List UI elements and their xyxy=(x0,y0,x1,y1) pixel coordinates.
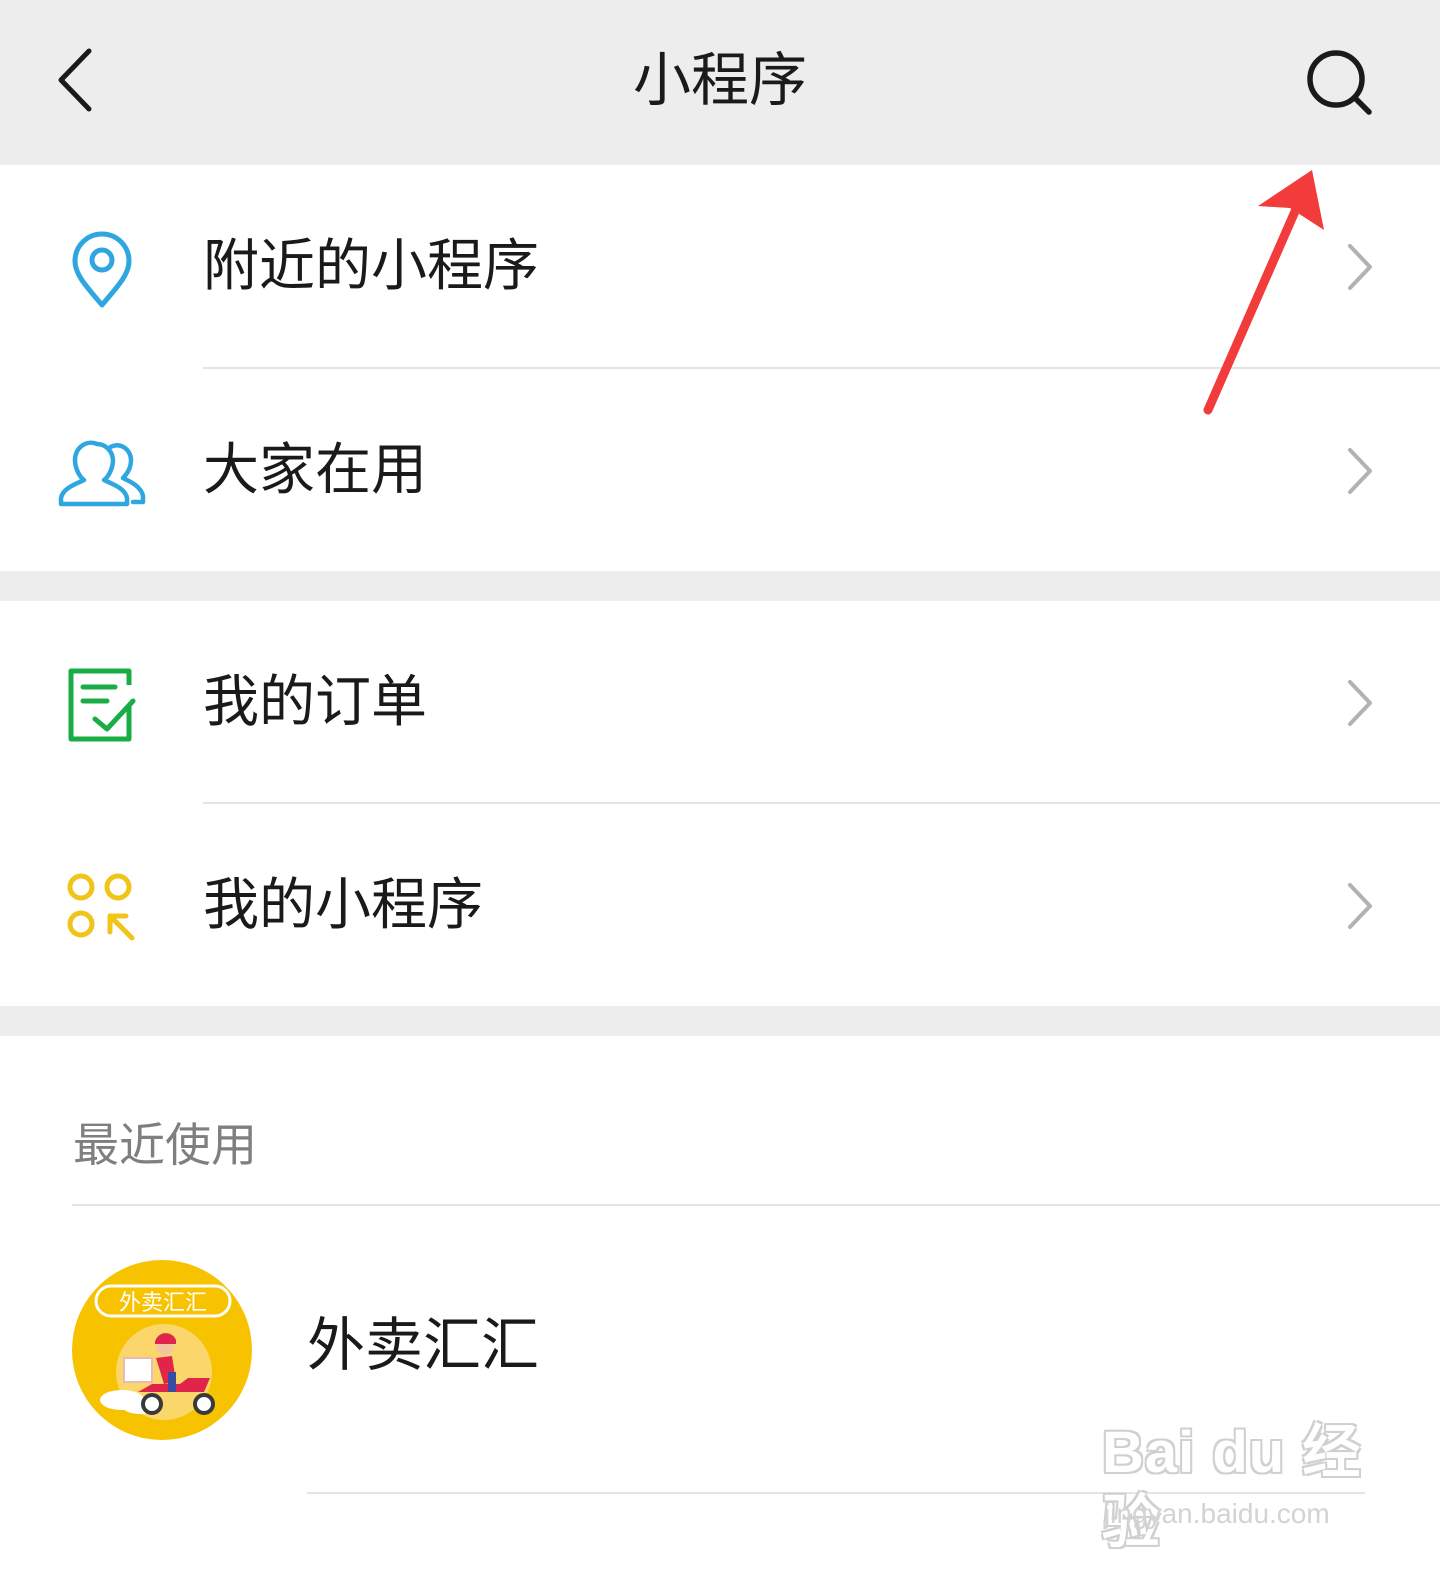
chevron-right-icon xyxy=(1335,436,1385,506)
watermark-logo: Bai du 经验 xyxy=(1102,1420,1362,1555)
recent-section-header: 最近使用 xyxy=(73,1118,257,1172)
menu-item-nearby[interactable]: 附近的小程序 xyxy=(0,165,1440,369)
menu-item-label: 我的订单 xyxy=(203,670,427,735)
users-icon xyxy=(55,426,149,520)
order-check-icon xyxy=(55,658,149,752)
app-logo-text: 外卖汇汇 xyxy=(119,1291,207,1316)
menu-item-my-miniprograms[interactable]: 我的小程序 xyxy=(0,804,1440,1008)
location-pin-icon xyxy=(55,222,149,316)
page-title: 小程序 xyxy=(632,46,807,114)
menu-item-label: 附近的小程序 xyxy=(203,234,539,299)
menu-group-mine: 我的订单 我的小程序 xyxy=(0,601,1440,1006)
app-name: 外卖汇汇 xyxy=(307,1311,540,1379)
menu-item-label: 我的小程序 xyxy=(203,873,483,938)
chevron-right-icon xyxy=(1335,871,1385,941)
app-logo: 外卖汇汇 xyxy=(72,1260,252,1440)
menu-item-my-orders[interactable]: 我的订单 xyxy=(0,601,1440,805)
top-nav-bar: 小程序 xyxy=(0,0,1440,165)
my-miniprogram-icon xyxy=(55,861,149,955)
menu-item-popular[interactable]: 大家在用 xyxy=(0,369,1440,573)
chevron-right-icon xyxy=(1335,232,1385,302)
watermark-url: jingyan.baidu.com xyxy=(1104,1498,1330,1529)
section-gap xyxy=(0,1006,1440,1036)
menu-group-discover: 附近的小程序 大家在用 xyxy=(0,165,1440,571)
chevron-right-icon xyxy=(1335,668,1385,738)
search-icon xyxy=(1307,50,1372,115)
menu-item-label: 大家在用 xyxy=(203,438,427,503)
section-gap xyxy=(0,571,1440,601)
section-header-divider xyxy=(72,1204,1440,1206)
search-button[interactable] xyxy=(1295,38,1385,128)
watermark: Bai du 经验 jingyan.baidu.com xyxy=(1102,1410,1372,1555)
